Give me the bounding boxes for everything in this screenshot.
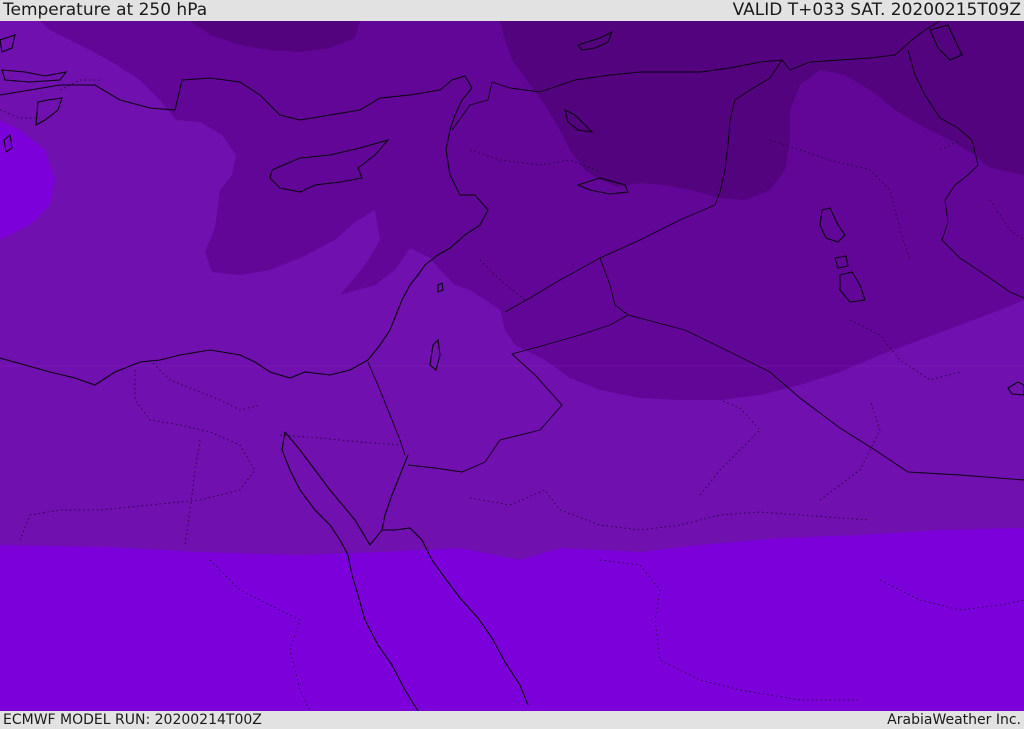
- map-area: [0, 21, 1024, 711]
- footer-bar: ECMWF MODEL RUN: 20200214T00Z ArabiaWeat…: [0, 711, 1024, 729]
- map-title: Temperature at 250 hPa: [3, 0, 208, 20]
- model-run: ECMWF MODEL RUN: 20200214T00Z: [3, 712, 262, 728]
- weather-map-screen: Temperature at 250 hPa VALID T+033 SAT. …: [0, 0, 1024, 729]
- credit: ArabiaWeather Inc.: [887, 712, 1021, 728]
- header-bar: Temperature at 250 hPa VALID T+033 SAT. …: [0, 0, 1024, 21]
- valid-time: VALID T+033 SAT. 20200215T09Z: [732, 0, 1021, 20]
- temperature-map: [0, 21, 1024, 711]
